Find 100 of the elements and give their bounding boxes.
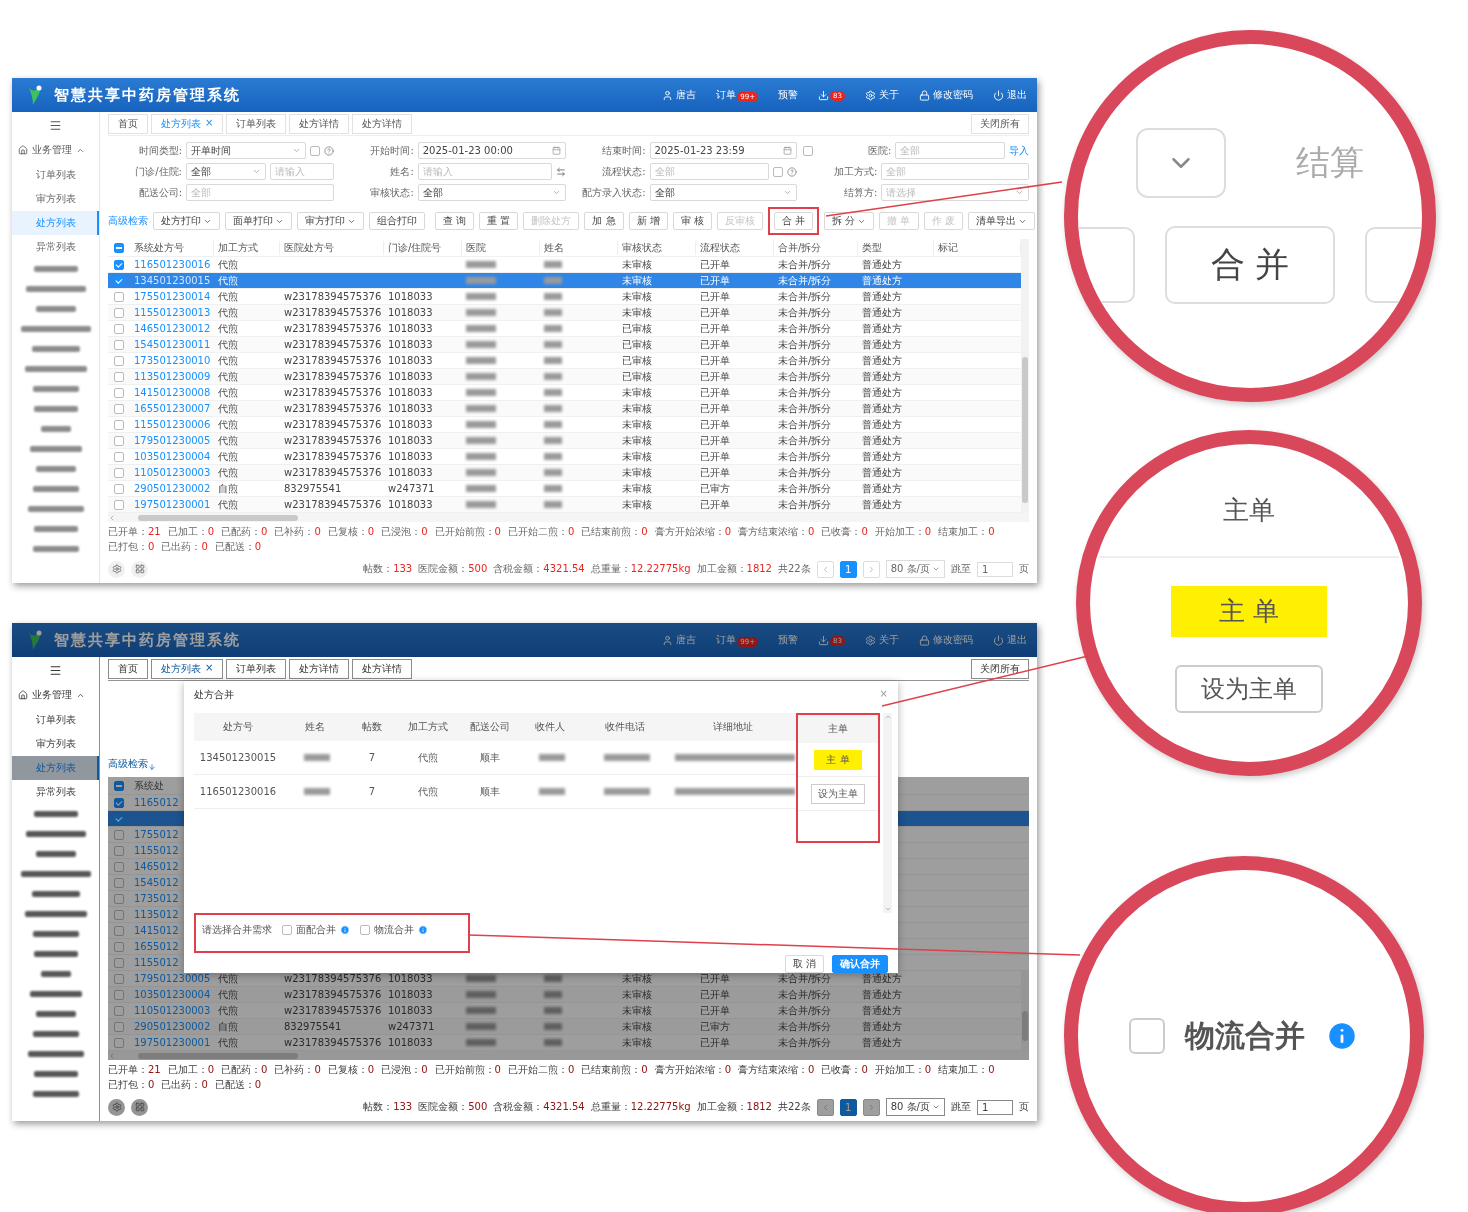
page-size-select[interactable]: 80 条/页 (885, 1098, 945, 1116)
checkbox[interactable] (114, 275, 124, 286)
prescription-link[interactable]: 175501230014 (130, 291, 214, 302)
checkbox[interactable] (114, 323, 124, 334)
header-link[interactable]: 修改密码 (933, 633, 973, 647)
sidebar-item[interactable]: 处方列表 (12, 211, 99, 235)
header-link[interactable]: 关于 (879, 88, 899, 102)
tab[interactable]: 订单列表 (226, 113, 287, 134)
sidebar-group[interactable]: 业务管理 (12, 137, 99, 163)
checkbox[interactable] (114, 355, 124, 366)
toolbar-button[interactable]: 合 并 (773, 212, 814, 230)
prescription-link[interactable]: 290501230002 (130, 483, 214, 494)
header-link[interactable]: 唐吉 (676, 633, 697, 647)
checkbox[interactable] (114, 435, 124, 446)
checkbox[interactable] (114, 483, 124, 494)
settings-button[interactable] (108, 1098, 125, 1116)
sidebar-item[interactable]: 异常列表 (12, 235, 99, 259)
checkbox[interactable] (114, 925, 124, 936)
prescription-link[interactable]: 141501230008 (130, 387, 214, 398)
checkbox[interactable] (114, 403, 124, 414)
toolbar-button[interactable]: 清单导出 (967, 212, 1035, 230)
table-row[interactable]: 134501230015 代煎 未审核 已开单 未合并/拆分 普通处方 (108, 273, 1021, 289)
import-link[interactable]: 导入 (1009, 143, 1029, 158)
close-icon[interactable]: × (205, 661, 214, 676)
checkbox[interactable] (114, 941, 124, 952)
checkbox[interactable] (1129, 1018, 1165, 1054)
print-button[interactable]: 组合打印 (369, 212, 425, 230)
table-row[interactable]: 103501230004 代煎 w23178394575376 1018033 未审核 已开单 未合并/拆分 普通处方 (108, 987, 1021, 1003)
prescription-link[interactable]: 179501230005 (130, 435, 214, 446)
advanced-search-link[interactable]: 高级检索 (108, 214, 148, 228)
sidebar-item[interactable]: 异常列表 (12, 780, 99, 804)
lock-icon[interactable] (919, 634, 930, 646)
checkbox[interactable] (114, 291, 124, 302)
print-button[interactable]: 处方打印 (153, 212, 220, 230)
header-link[interactable]: 预警 (778, 88, 799, 102)
toolbar-button[interactable]: 重 置 (479, 212, 519, 230)
cancel-button[interactable]: 取 消 (784, 955, 824, 973)
select-field[interactable]: 全部 (649, 184, 798, 201)
page-input[interactable]: 1 (977, 561, 1013, 577)
prescription-link[interactable]: 154501230011 (130, 339, 214, 350)
checkbox[interactable] (114, 909, 124, 920)
table-row[interactable]: 175501230014 代煎 w23178394575376 1018033 未审核 已开单 未合并/拆分 普通处方 (108, 289, 1021, 305)
lock-icon[interactable] (919, 89, 930, 101)
checkbox[interactable] (114, 813, 124, 824)
tab[interactable]: 处方详情 (352, 113, 413, 134)
table-row[interactable]: 115501230006 代煎 w23178394575376 1018033 未审核 已开单 未合并/拆分 普通处方 (108, 417, 1021, 433)
tab[interactable]: 订单列表 (226, 658, 287, 679)
table-row[interactable]: 173501230010 代煎 w23178394575376 1018033 已审核 已开单 未合并/拆分 普通处方 (108, 353, 1021, 369)
prescription-link[interactable]: 197501230001 (130, 499, 214, 510)
checkbox[interactable] (114, 1005, 124, 1016)
checkbox[interactable] (114, 259, 124, 270)
header-link[interactable]: 关于 (879, 633, 899, 647)
select-field[interactable]: 开单时间 (186, 142, 306, 159)
page-size-select[interactable]: 80 条/页 (885, 560, 945, 578)
set-main-button[interactable]: 设为主单 (1175, 665, 1323, 713)
sidebar-item[interactable]: 审方列表 (12, 732, 99, 756)
table-row[interactable]: 179501230005 代煎 w23178394575376 1018033 未审核 已开单 未合并/拆分 普通处方 (108, 433, 1021, 449)
checkbox[interactable] (309, 145, 320, 156)
checkbox[interactable] (114, 957, 124, 968)
table-row[interactable]: 197501230001 代煎 w23178394575376 1018033 未审核 已开单 未合并/拆分 普通处方 (108, 497, 1021, 513)
download-icon[interactable] (818, 634, 830, 646)
tab[interactable]: 处方列表 × (151, 113, 224, 134)
page-input[interactable]: 1 (977, 1099, 1013, 1115)
table-row[interactable]: 110501230003 代煎 w23178394575376 1018033 未审核 已开单 未合并/拆分 普通处方 (108, 1003, 1021, 1019)
header-link[interactable]: 订单 (716, 633, 737, 647)
toolbar-button[interactable]: 新 增 (628, 212, 668, 230)
prev-page-button[interactable] (816, 1098, 834, 1116)
toolbar-button[interactable]: 查 询 (435, 212, 475, 230)
checkbox[interactable] (114, 242, 124, 253)
date-field[interactable]: 2025-01-23 23:59 (649, 142, 798, 159)
header-link[interactable]: 退出 (1007, 633, 1027, 647)
download-icon[interactable] (818, 89, 830, 101)
tab[interactable]: 处方详情 (289, 658, 350, 679)
checkbox[interactable] (114, 1037, 124, 1048)
table-row[interactable]: 290501230002 自煎 832975541 w247371 未审核 已审方 未合并/拆分 普通处方 (108, 481, 1021, 497)
checkbox[interactable] (114, 371, 124, 382)
table-row[interactable]: 103501230004 代煎 w23178394575376 1018033 未审核 已开单 未合并/拆分 普通处方 (108, 449, 1021, 465)
table-row[interactable]: 146501230012 代煎 w23178394575376 1018033 已审核 已开单 未合并/拆分 普通处方 (108, 321, 1021, 337)
toolbar-button[interactable]: 拆 分 (824, 212, 875, 230)
tab[interactable]: 处方详情 (352, 658, 413, 679)
checkbox[interactable] (114, 780, 124, 791)
prescription-link[interactable]: 115501230006 (130, 419, 214, 430)
menu-icon[interactable] (49, 664, 62, 677)
power-icon[interactable] (993, 89, 1004, 101)
header-link[interactable]: 预警 (778, 633, 799, 647)
header-link[interactable]: 唐吉 (676, 88, 697, 102)
select-field[interactable]: 全部 (417, 184, 566, 201)
prescription-link[interactable]: 146501230012 (130, 323, 214, 334)
table-row[interactable]: 110501230003 代煎 w23178394575376 1018033 未审核 已开单 未合并/拆分 普通处方 (108, 465, 1021, 481)
checkbox[interactable] (114, 451, 124, 462)
print-button[interactable]: 审方打印 (297, 212, 364, 230)
tab[interactable]: 处方列表 × (151, 658, 224, 679)
gear-icon[interactable] (865, 89, 876, 101)
advanced-search-link[interactable]: 高级检索 (108, 757, 148, 771)
prescription-link[interactable]: 115501230013 (130, 307, 214, 318)
checkbox[interactable] (803, 145, 814, 156)
close-all-button[interactable]: 关闭所有 (971, 113, 1029, 134)
table-row[interactable]: 113501230009 代煎 w23178394575376 1018033 已审核 已开单 未合并/拆分 普通处方 (108, 369, 1021, 385)
date-field[interactable]: 2025-01-23 00:00 (417, 142, 566, 159)
menu-icon[interactable] (49, 119, 62, 132)
